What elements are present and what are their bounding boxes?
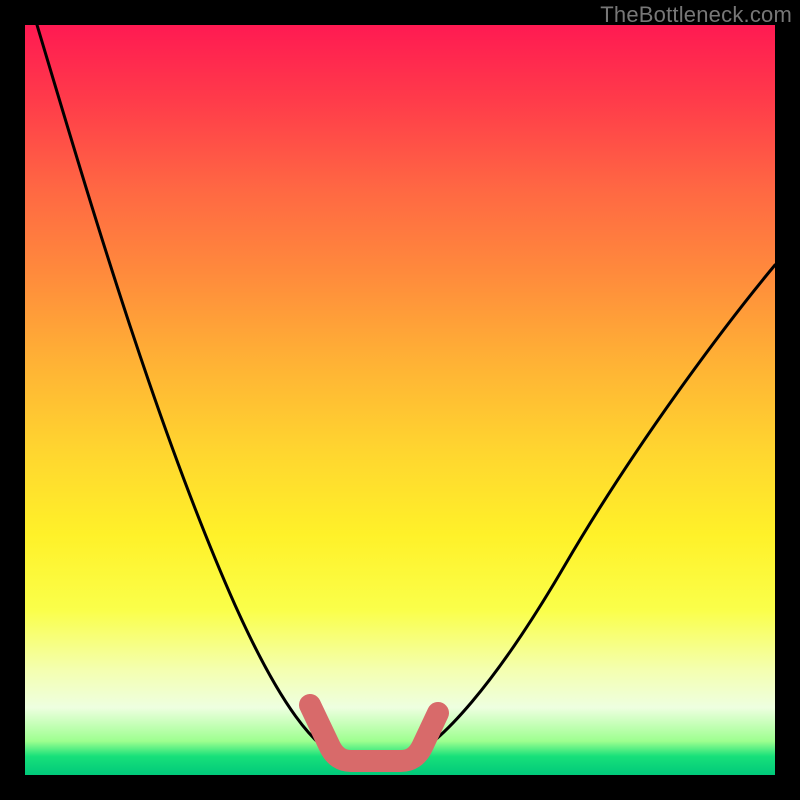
curve-layer bbox=[25, 25, 775, 775]
chart-frame: TheBottleneck.com bbox=[0, 0, 800, 800]
trough-marker bbox=[310, 705, 438, 761]
bottleneck-curve bbox=[37, 25, 775, 760]
plot-area bbox=[25, 25, 775, 775]
